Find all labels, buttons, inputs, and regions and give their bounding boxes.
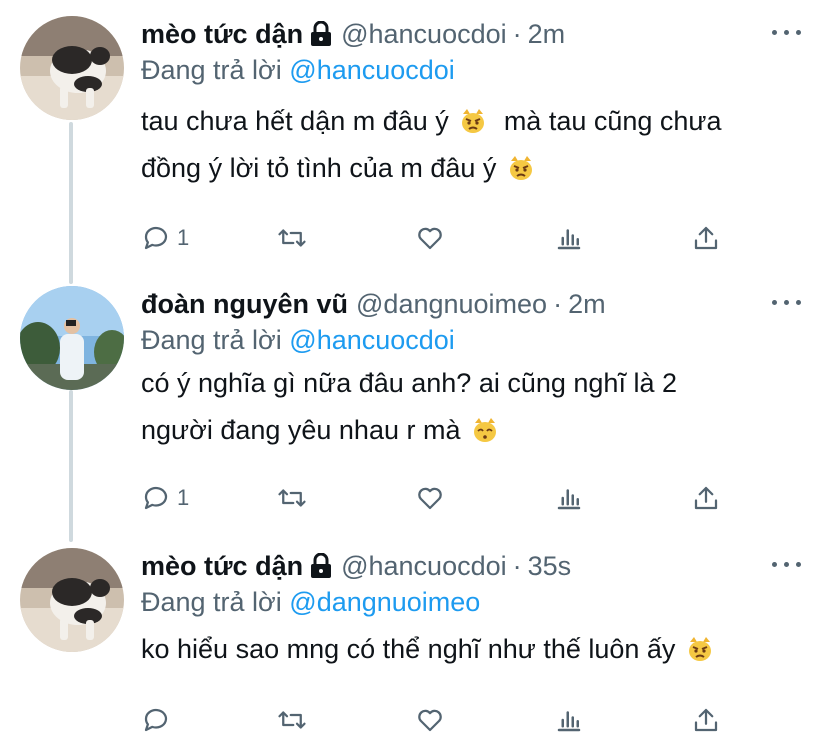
reply-icon [144, 226, 168, 250]
user-handle[interactable]: @hancuocdoi [341, 551, 507, 582]
more-icon[interactable] [770, 296, 804, 310]
separator-dot: · [512, 18, 522, 49]
kissing-cat-emoji [474, 418, 496, 442]
tweet-text-line: ko hiểu sao mng có thể nghĩ như thế luôn… [141, 634, 676, 664]
views-icon [557, 229, 581, 250]
reply-count: 1 [177, 485, 190, 510]
tweet-header: mèo tức dận @hancuocdoi · 35s [141, 548, 804, 584]
views-icon [557, 711, 581, 732]
tweet-body: mèo tức dận @hancuocdoi · 35s Đang trả l… [141, 548, 804, 673]
tweet-actions: 1 [141, 478, 731, 518]
tweet[interactable]: đoàn nguyên vũ @dangnuoimeo · 2m Đang tr… [0, 286, 828, 536]
replying-prefix: Đang trả lời [141, 325, 282, 355]
cat-avatar-image [20, 16, 124, 120]
separator-dot: · [553, 288, 563, 319]
cat-avatar-image [20, 548, 124, 652]
like-icon [418, 709, 442, 732]
more-icon[interactable] [770, 26, 804, 40]
tweet-text-line: mà tau cũng chưa [503, 106, 722, 136]
tweet-header: mèo tức dận @hancuocdoi · 2m [141, 16, 804, 52]
share-icon [694, 486, 718, 510]
lock-icon [311, 21, 332, 46]
reply-button[interactable]: 1 [141, 478, 189, 518]
display-name[interactable]: mèo tức dận [141, 551, 303, 582]
reply-icon [144, 708, 168, 732]
tweet-body: mèo tức dận @hancuocdoi · 2m Đang trả lờ… [141, 16, 804, 192]
reply-button[interactable] [141, 700, 177, 740]
tweet[interactable]: mèo tức dận @hancuocdoi · 2m Đang trả lờ… [0, 16, 828, 266]
tweet-text-line: có ý nghĩa gì nữa đâu anh? ai cũng nghĩ … [141, 368, 677, 398]
tweet[interactable]: mèo tức dận @hancuocdoi · 35s Đang trả l… [0, 548, 828, 748]
tweet-header: đoàn nguyên vũ @dangnuoimeo · 2m [141, 286, 804, 322]
angry-cat-emoji [688, 637, 711, 661]
mention-link[interactable]: @hancuocdoi [289, 55, 455, 85]
views-button[interactable] [554, 700, 584, 740]
tweet-text-line: tau chưa hết dận m đâu ý [141, 106, 449, 136]
retweet-icon [278, 229, 306, 247]
replying-to: Đang trả lời @hancuocdoi [141, 52, 804, 88]
replying-to: Đang trả lời @hancuocdoi [141, 322, 804, 358]
tweet-actions: 1 [141, 218, 731, 258]
more-icon[interactable] [770, 558, 804, 572]
reply-count: 1 [177, 225, 190, 250]
like-button[interactable] [415, 218, 445, 258]
retweet-button[interactable] [277, 700, 307, 740]
timestamp[interactable]: 35s [528, 551, 572, 582]
reply-thread: mèo tức dận @hancuocdoi · 2m Đang trả lờ… [0, 0, 828, 748]
views-icon [557, 489, 581, 510]
user-handle[interactable]: @dangnuoimeo [356, 289, 547, 320]
share-icon [694, 708, 718, 732]
timestamp[interactable]: 2m [568, 289, 606, 320]
views-button[interactable] [554, 218, 584, 258]
retweet-button[interactable] [277, 478, 307, 518]
tweet-text-line: người đang yêu nhau r mà [141, 415, 461, 445]
timestamp[interactable]: 2m [528, 19, 566, 50]
mention-link[interactable]: @dangnuoimeo [289, 587, 480, 617]
share-button[interactable] [691, 700, 721, 740]
share-button[interactable] [691, 218, 721, 258]
share-icon [694, 226, 718, 250]
views-button[interactable] [554, 478, 584, 518]
tweet-body: đoàn nguyên vũ @dangnuoimeo · 2m Đang tr… [141, 286, 804, 454]
avatar[interactable] [20, 286, 124, 390]
avatar[interactable] [20, 548, 124, 652]
mention-link[interactable]: @hancuocdoi [289, 325, 455, 355]
display-name[interactable]: mèo tức dận [141, 19, 303, 50]
user-handle[interactable]: @hancuocdoi [341, 19, 507, 50]
separator-dot: · [512, 550, 522, 581]
reply-button[interactable]: 1 [141, 218, 189, 258]
tweet-text: ko hiểu sao mng có thể nghĩ như thế luôn… [141, 626, 804, 673]
retweet-icon [278, 489, 306, 507]
angry-cat-emoji [462, 109, 485, 133]
like-icon [418, 487, 442, 510]
like-button[interactable] [415, 700, 445, 740]
replying-prefix: Đang trả lời [141, 55, 282, 85]
tweet-text-line: đồng ý lời tỏ tình của m đâu ý [141, 153, 497, 183]
reply-icon [144, 486, 168, 510]
retweet-button[interactable] [277, 218, 307, 258]
tweet-text: tau chưa hết dận m đâu ý mà tau cũng chư… [141, 98, 804, 192]
share-button[interactable] [691, 478, 721, 518]
replying-to: Đang trả lời @dangnuoimeo [141, 584, 804, 620]
replying-prefix: Đang trả lời [141, 587, 282, 617]
retweet-icon [278, 711, 306, 729]
display-name[interactable]: đoàn nguyên vũ [141, 289, 348, 320]
like-button[interactable] [415, 478, 445, 518]
lock-icon [311, 553, 332, 578]
angry-cat-emoji [509, 156, 532, 180]
avatar[interactable] [20, 16, 124, 120]
person-avatar-image [20, 286, 124, 390]
tweet-actions [141, 700, 731, 740]
tweet-text: có ý nghĩa gì nữa đâu anh? ai cũng nghĩ … [141, 360, 804, 454]
like-icon [418, 227, 442, 250]
